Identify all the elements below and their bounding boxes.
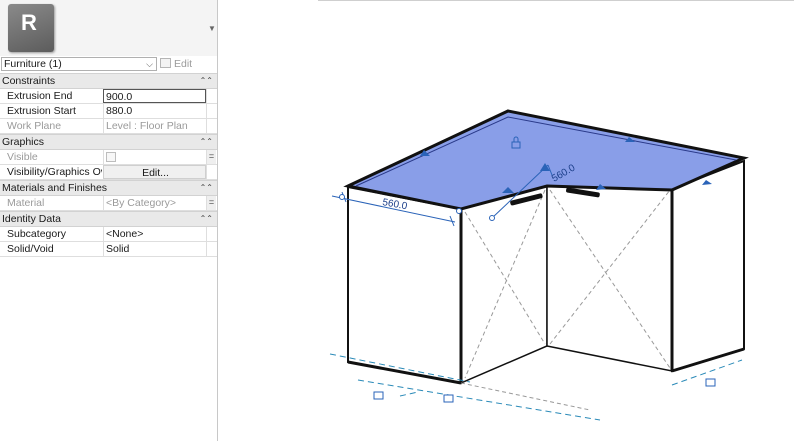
prop-label: Extrusion Start xyxy=(7,105,76,117)
prop-label: Extrusion End xyxy=(7,90,73,102)
collapse-icon[interactable]: ⌃⌃ xyxy=(200,74,213,88)
extrusion-start-field[interactable]: 880.0 xyxy=(103,104,206,118)
prop-label: Solid/Void xyxy=(7,243,54,255)
collapse-icon[interactable]: ⌃⌃ xyxy=(200,135,213,149)
filter-row: Furniture (1) ⌵ Edit Type xyxy=(0,56,217,84)
prop-row-material: Material <By Category> = xyxy=(0,196,217,211)
properties-table: Constraints ⌃⌃ Extrusion End 900.0 Extru… xyxy=(0,73,217,257)
visibility-edit-button[interactable]: Edit... xyxy=(103,165,206,179)
edit-type-icon xyxy=(160,58,171,68)
prop-row-subcategory: Subcategory <None> xyxy=(0,227,217,242)
group-materials[interactable]: Materials and Finishes ⌃⌃ xyxy=(0,180,217,196)
front-cabinet-face[interactable] xyxy=(460,185,548,385)
chevron-down-icon[interactable]: ▼ xyxy=(208,24,216,33)
prop-row-solid-void: Solid/Void Solid xyxy=(0,242,217,257)
revit-family-icon: R xyxy=(8,4,54,52)
group-label: Materials and Finishes xyxy=(2,182,108,194)
prop-label: Visible xyxy=(7,151,38,163)
collapse-icon[interactable]: ⌃⌃ xyxy=(200,181,213,195)
row-scroll-cell xyxy=(206,104,216,118)
extrusion-end-field[interactable]: 900.0 xyxy=(103,89,206,103)
associate-parameter-button[interactable]: = xyxy=(206,196,216,210)
cabinet-model-view[interactable]: 560.0 560.0 xyxy=(219,0,794,441)
left-cabinet-side[interactable] xyxy=(347,185,462,385)
row-scroll-cell xyxy=(206,119,216,133)
row-scroll-cell xyxy=(206,242,216,256)
group-label: Graphics xyxy=(2,136,45,148)
row-scroll-cell xyxy=(206,165,216,179)
properties-panel: R ▼ Furniture (1) ⌵ Edit Type Constraint… xyxy=(0,0,218,441)
prop-label: Subcategory xyxy=(7,228,66,240)
group-identity[interactable]: Identity Data ⌃⌃ xyxy=(0,211,217,227)
type-selector[interactable]: R ▼ xyxy=(0,0,217,56)
solid-void-field[interactable]: Solid xyxy=(103,242,206,256)
3d-viewport[interactable]: 560.0 560.0 xyxy=(219,0,794,441)
collapse-icon[interactable]: ⌃⌃ xyxy=(200,212,213,226)
prop-label: Visibility/Graphics Ov... xyxy=(7,166,102,178)
prop-label: Material xyxy=(7,197,45,209)
group-label: Constraints xyxy=(2,75,56,87)
subcategory-field[interactable]: <None> xyxy=(103,227,206,241)
group-label: Identity Data xyxy=(2,213,61,225)
associate-parameter-button[interactable]: = xyxy=(206,150,216,164)
prop-row-work-plane: Work Plane Level : Floor Plan xyxy=(0,119,217,134)
prop-row-extrusion-start: Extrusion Start 880.0 xyxy=(0,104,217,119)
group-graphics[interactable]: Graphics ⌃⌃ xyxy=(0,134,217,150)
filter-value: Furniture (1) xyxy=(4,58,62,70)
group-constraints[interactable]: Constraints ⌃⌃ xyxy=(0,73,217,89)
element-filter-dropdown[interactable]: Furniture (1) ⌵ xyxy=(1,57,157,71)
prop-row-visibility-graphics: Visibility/Graphics Ov... Edit... xyxy=(0,165,217,180)
visible-checkbox[interactable] xyxy=(106,152,116,162)
right-cabinet-side[interactable] xyxy=(671,159,745,373)
chevron-down-icon: ⌵ xyxy=(146,59,153,69)
row-scroll-cell xyxy=(206,89,216,103)
prop-row-extrusion-end: Extrusion End 900.0 xyxy=(0,89,217,104)
pin-icons[interactable] xyxy=(373,378,716,403)
prop-row-visible: Visible = xyxy=(0,150,217,165)
row-scroll-cell xyxy=(206,227,216,241)
work-plane-value: Level : Floor Plan xyxy=(103,119,206,133)
visible-value xyxy=(103,150,206,164)
material-value[interactable]: <By Category> xyxy=(103,196,206,210)
prop-label: Work Plane xyxy=(7,120,62,132)
